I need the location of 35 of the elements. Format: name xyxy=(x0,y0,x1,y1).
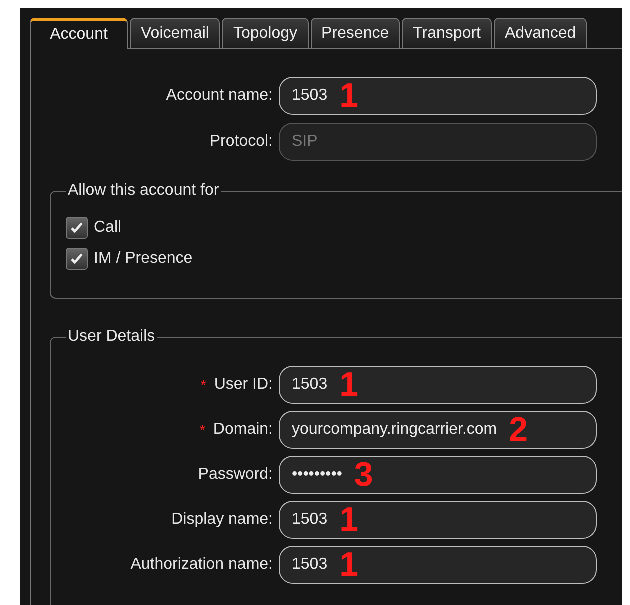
field-label: Domain: xyxy=(213,420,273,440)
input-field[interactable]: 1503 1 xyxy=(279,366,597,404)
checkbox-label: IM / Presence xyxy=(94,249,193,269)
field-label: Authorization name: xyxy=(130,555,273,575)
tab[interactable]: Voicemail xyxy=(130,18,220,49)
group-title: User Details xyxy=(67,327,156,347)
input-field[interactable]: 1503 1 xyxy=(279,546,597,584)
checkmark-icon xyxy=(69,220,85,236)
annotation-number: 1 xyxy=(340,79,359,113)
field-label: Protocol: xyxy=(210,132,273,152)
annotation-number: 3 xyxy=(354,458,374,492)
input-field[interactable]: 1503 1 xyxy=(279,501,597,539)
input-field[interactable]: ••••••••• 3 xyxy=(279,456,597,494)
checkmark-icon xyxy=(69,251,85,267)
annotation-number: 1 xyxy=(340,548,359,582)
annotation-number: 1 xyxy=(340,503,359,537)
annotation-number: 1 xyxy=(340,368,359,402)
checkbox[interactable] xyxy=(66,217,88,239)
tab[interactable]: Presence xyxy=(310,18,400,49)
input-field[interactable]: yourcompany.ringcarrier.com 2 xyxy=(279,411,597,449)
field-label: Display name: xyxy=(172,510,273,530)
tab[interactable]: Advanced xyxy=(494,18,588,49)
checkbox-label: Call xyxy=(94,218,122,238)
annotation-number: 2 xyxy=(509,413,528,447)
tab[interactable]: Transport xyxy=(402,18,492,49)
field-label: Account name: xyxy=(166,86,273,106)
field-label: Password: xyxy=(198,465,273,485)
tab[interactable]: Account xyxy=(30,18,128,49)
input-field[interactable]: 1503 1 xyxy=(279,77,597,115)
checkbox[interactable] xyxy=(66,248,88,270)
field-label: User ID: xyxy=(214,375,273,395)
required-asterisk: * xyxy=(200,420,206,440)
tab[interactable]: Topology xyxy=(222,18,309,49)
group-title: Allow this account for xyxy=(67,181,220,201)
required-asterisk: * xyxy=(200,376,206,394)
